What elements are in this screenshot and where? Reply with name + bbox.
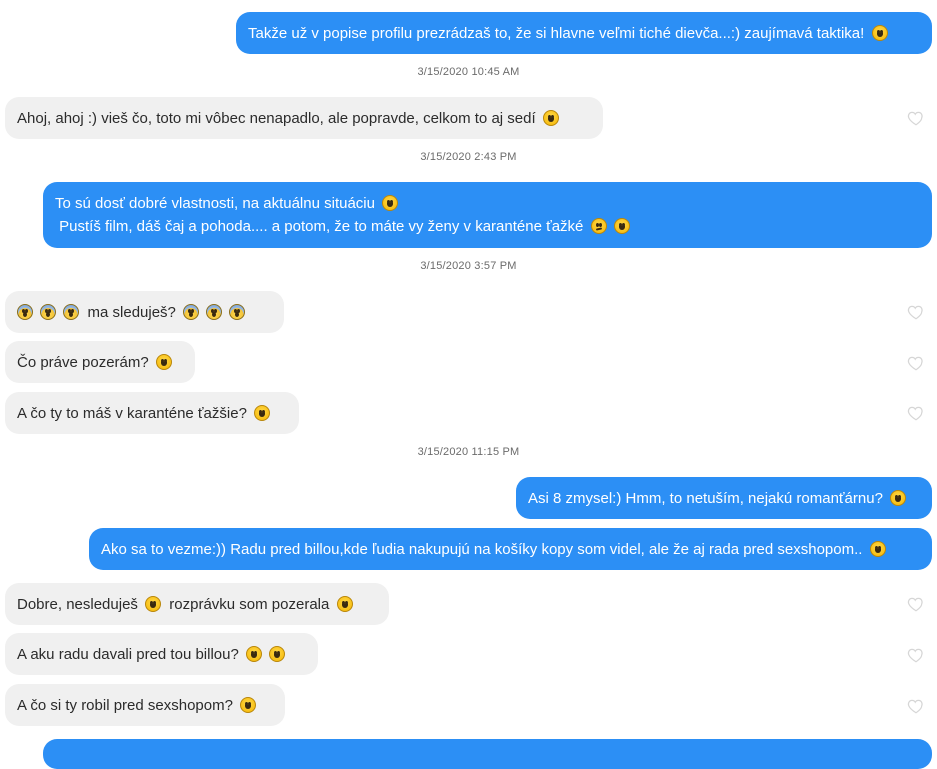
happy-emoji-icon <box>869 540 886 557</box>
message-bubble-incoming[interactable]: Ahoj, ahoj :) vieš čo, toto mi vôbec nen… <box>5 97 603 139</box>
smirk-emoji-icon <box>890 489 907 506</box>
message-line: Takže už v popise profilu prezrádzaš to,… <box>248 22 920 45</box>
like-heart-icon[interactable] <box>907 404 925 422</box>
message-bubble-incoming[interactable]: A aku radu davali pred tou billou? <box>5 633 318 675</box>
message-bubble-outgoing-partial[interactable] <box>43 739 932 769</box>
message-text: A čo ty to máš v karanténe ťažšie? <box>17 404 247 422</box>
message-line: Dobre, nesleduješ rozprávku som pozerala <box>17 593 377 616</box>
message-text: A aku radu davali pred tou billou? <box>17 645 239 663</box>
scream-emoji-icon <box>206 303 223 320</box>
message-text: Čo práve pozerám? <box>17 353 149 371</box>
message-text: Ahoj, ahoj :) vieš čo, toto mi vôbec nen… <box>17 109 536 127</box>
timestamp: 3/15/2020 11:15 PM <box>417 446 520 458</box>
message-line: Ahoj, ahoj :) vieš čo, toto mi vôbec nen… <box>17 107 591 130</box>
like-heart-icon[interactable] <box>907 354 925 372</box>
scream-emoji-icon <box>17 303 33 320</box>
timestamp: 3/15/2020 10:45 AM <box>417 66 520 78</box>
message-text: Takže už v popise profilu prezrádzaš to,… <box>248 24 865 42</box>
timestamp: 3/15/2020 3:57 PM <box>420 260 517 272</box>
message-bubble-outgoing[interactable]: Asi 8 zmysel:) Hmm, to netuším, nejakú r… <box>516 477 932 519</box>
message-line: To sú dosť dobré vlastnosti, na aktuálnu… <box>55 192 920 215</box>
message-bubble-incoming[interactable]: A čo si ty robil pred sexshopom? <box>5 684 285 726</box>
message-line: A čo ty to máš v karanténe ťažšie? <box>17 402 287 425</box>
scream-emoji-icon <box>229 303 246 320</box>
message-line: Asi 8 zmysel:) Hmm, to netuším, nejakú r… <box>528 487 920 510</box>
message-bubble-incoming[interactable]: A čo ty to máš v karanténe ťažšie? <box>5 392 299 434</box>
like-heart-icon[interactable] <box>907 595 925 613</box>
message-text: rozprávku som pozerala <box>169 595 330 613</box>
message-line: A čo si ty robil pred sexshopom? <box>17 694 273 717</box>
message-bubble-incoming[interactable]: Dobre, nesleduješ rozprávku som pozerala <box>5 583 389 625</box>
confused-emoji-icon <box>590 218 607 234</box>
message-line: A aku radu davali pred tou billou? <box>17 643 306 666</box>
message-text: To sú dosť dobré vlastnosti, na aktuálnu… <box>55 195 375 212</box>
timestamp: 3/15/2020 2:43 PM <box>420 151 517 163</box>
happy-emoji-icon <box>269 645 286 662</box>
grin-emoji-icon <box>382 195 399 211</box>
like-heart-icon[interactable] <box>907 109 925 127</box>
message-bubble-incoming[interactable]: ma sleduješ? <box>5 291 284 333</box>
message-text: Pustíš film, dáš čaj a pohoda.... a poto… <box>55 218 584 235</box>
happy-emoji-icon <box>240 696 257 713</box>
like-heart-icon[interactable] <box>907 303 925 321</box>
message-text: ma sleduješ? <box>87 303 176 321</box>
message-bubble-outgoing[interactable]: Takže už v popise profilu prezrádzaš to,… <box>236 12 932 54</box>
scream-emoji-icon <box>40 303 57 320</box>
happy-emoji-icon <box>254 404 271 421</box>
message-line: Čo práve pozerám? <box>17 351 183 374</box>
scream-emoji-icon <box>63 303 80 320</box>
happy-emoji-icon <box>542 109 559 126</box>
chat-thread: Takže už v popise profilu prezrádzaš to,… <box>0 0 937 769</box>
like-heart-icon[interactable] <box>907 646 925 664</box>
message-text: A čo si ty robil pred sexshopom? <box>17 696 233 714</box>
message-line: Ako sa to vezme:)) Radu pred billou,kde … <box>101 538 920 561</box>
message-text: Dobre, nesleduješ <box>17 595 138 613</box>
message-text: Ako sa to vezme:)) Radu pred billou,kde … <box>101 540 863 558</box>
message-bubble-outgoing[interactable]: Ako sa to vezme:)) Radu pred billou,kde … <box>89 528 932 570</box>
happy-emoji-icon <box>145 595 162 612</box>
happy-emoji-icon <box>155 353 172 370</box>
scream-emoji-icon <box>183 303 200 320</box>
like-heart-icon[interactable] <box>907 697 925 715</box>
happy-emoji-icon <box>246 645 262 662</box>
grin-emoji-icon <box>613 218 630 234</box>
happy-emoji-icon <box>336 595 353 612</box>
message-line: Pustíš film, dáš čaj a pohoda.... a poto… <box>55 215 920 238</box>
grin-emoji-icon <box>871 24 888 41</box>
message-line: ma sleduješ? <box>17 301 272 324</box>
message-text: Asi 8 zmysel:) Hmm, to netuším, nejakú r… <box>528 489 883 507</box>
message-bubble-incoming[interactable]: Čo práve pozerám? <box>5 341 195 383</box>
message-bubble-outgoing[interactable]: To sú dosť dobré vlastnosti, na aktuálnu… <box>43 182 932 248</box>
